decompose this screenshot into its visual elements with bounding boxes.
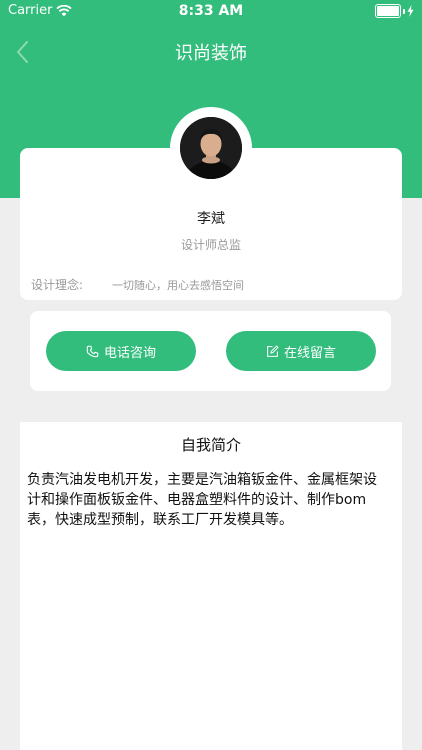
call-consult-button[interactable]: 电话咨询	[46, 331, 196, 371]
message-label: 在线留言	[283, 345, 336, 361]
intro-section: 自我简介 负责汽油发电机开发，主要是汽油箱钣金件、金属框架设计和操作面板钣金件、…	[20, 422, 402, 750]
battery-icon	[375, 4, 401, 18]
battery-indicator	[375, 4, 414, 18]
avatar-frame	[170, 107, 252, 189]
designer-role: 设计师总监	[180, 238, 241, 252]
charging-icon	[407, 5, 414, 17]
edit-icon	[267, 344, 279, 357]
call-label: 电话咨询	[103, 345, 156, 361]
philosophy-value: 一切随心，用心去感悟空间	[112, 279, 244, 292]
intro-text: 负责汽油发电机开发，主要是汽油箱钣金件、金属框架设计和操作面板钣金件、电器盒塑料…	[27, 472, 377, 528]
page-title: 识尚装饰	[175, 43, 247, 64]
avatar	[180, 117, 242, 179]
online-message-button[interactable]: 在线留言	[226, 331, 376, 371]
status-bar: Carrier 8:33 AM	[0, 0, 422, 22]
intro-title: 自我简介	[180, 436, 241, 454]
philosophy-label: 设计理念:	[31, 278, 84, 292]
action-card: 电话咨询 在线留言	[30, 311, 391, 391]
status-time: 8:33 AM	[178, 3, 244, 19]
phone-icon	[86, 345, 99, 357]
designer-name: 李斌	[197, 211, 225, 227]
